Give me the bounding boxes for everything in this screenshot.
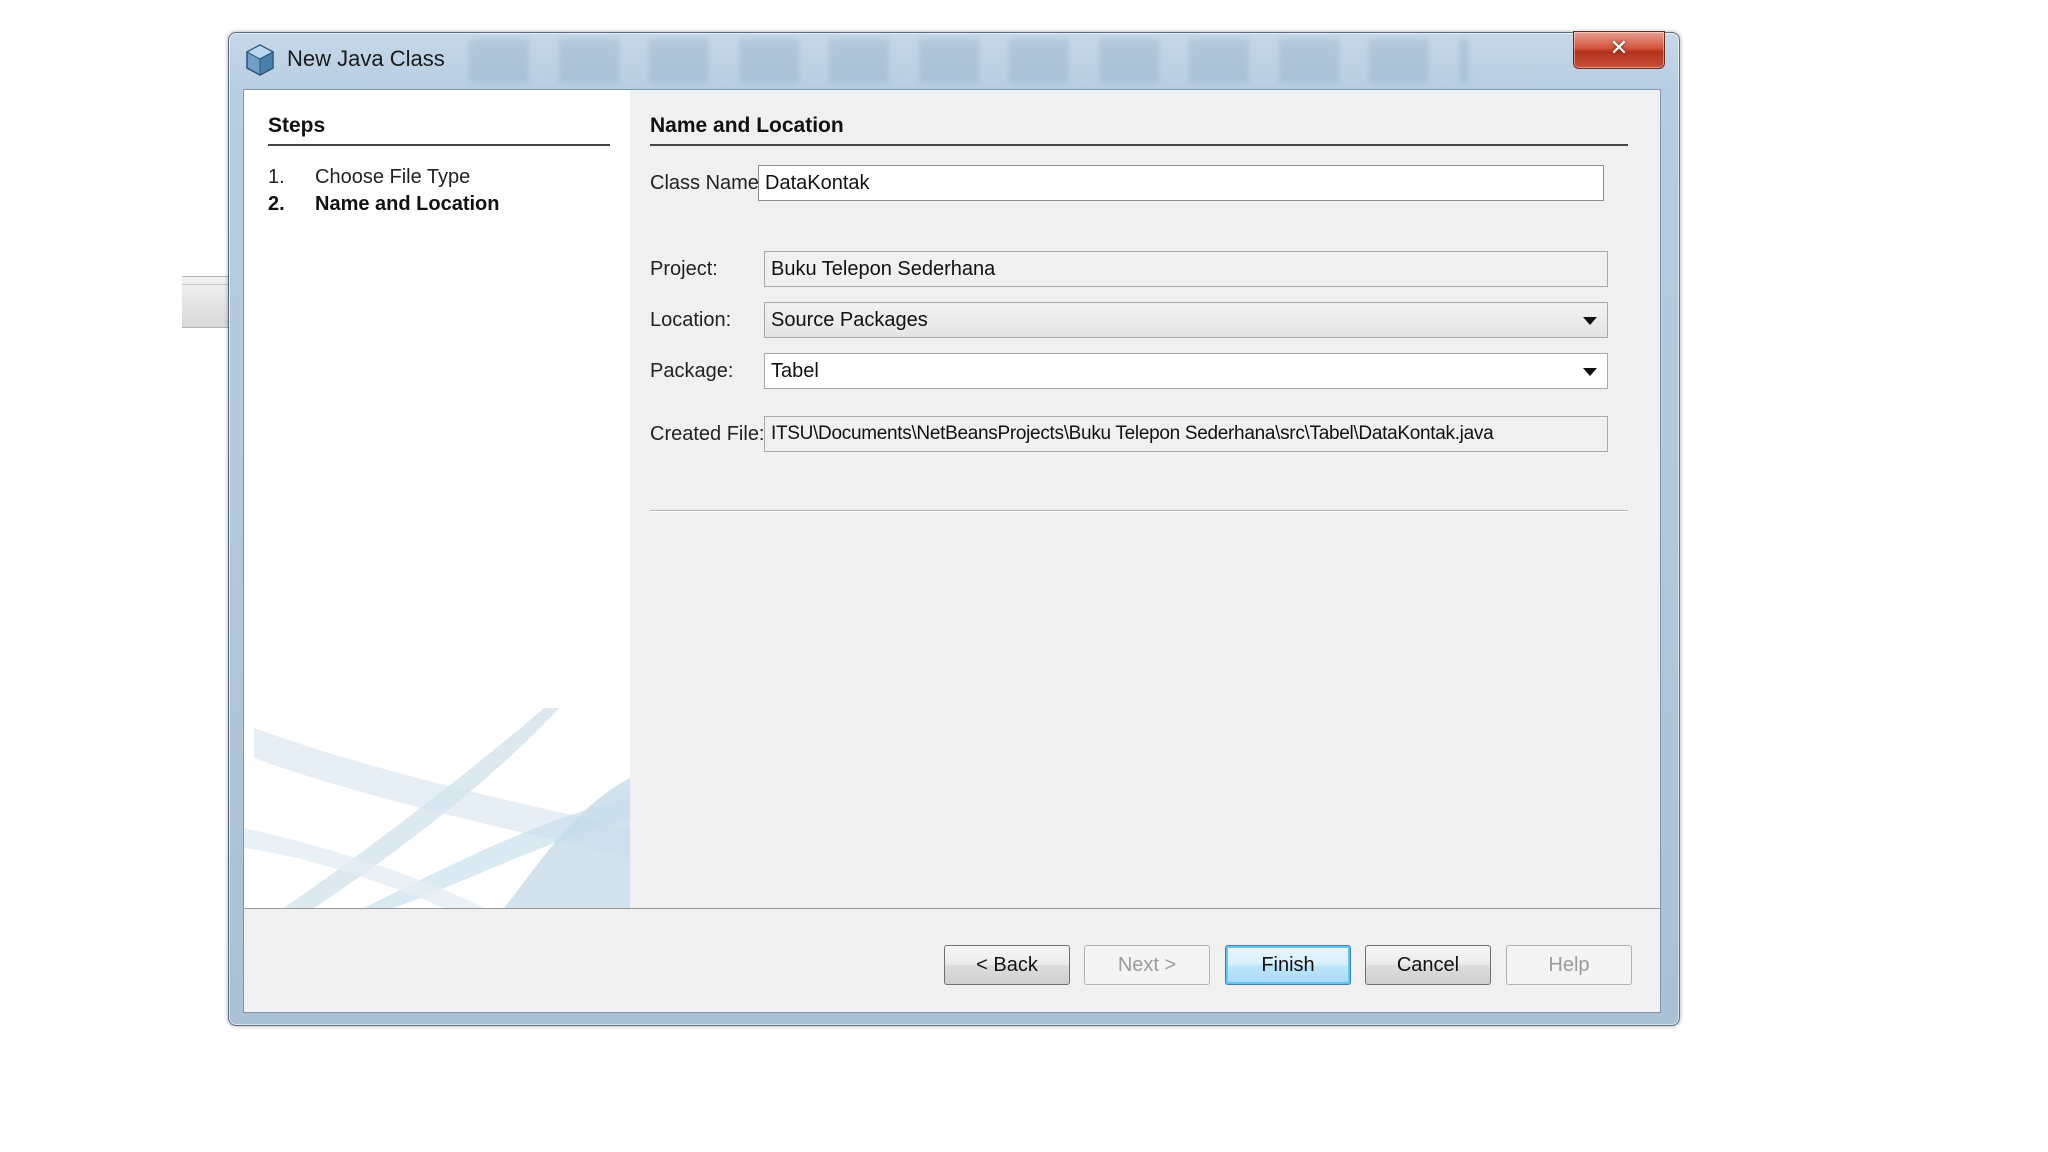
location-selected-value: Source Packages [771,309,928,331]
next-button[interactable]: Next > [1084,945,1210,985]
project-field[interactable]: Buku Telepon Sederhana [764,251,1608,287]
netbeans-watermark-graphic [244,708,630,908]
close-button[interactable]: ✕ [1573,31,1665,69]
section-heading: Name and Location [650,114,1628,146]
step-label: Name and Location [315,193,500,215]
cancel-button[interactable]: Cancel [1365,945,1491,985]
chevron-down-icon[interactable] [1583,368,1597,376]
help-button[interactable]: Help [1506,945,1632,985]
titlebar-glass [469,39,1469,83]
steps-panel: Steps 1. Choose File Type 2. Name and Loca… [244,90,630,908]
chevron-down-icon[interactable] [1583,317,1597,325]
step-label: Choose File Type [315,166,471,188]
netbeans-cube-icon [245,44,275,76]
window-title: New Java Class [287,46,445,71]
location-label: Location: [650,309,732,331]
new-java-class-dialog: New Java Class ✕ Steps 1. Choose File Typ… [228,31,1680,1026]
steps-heading: Steps [268,114,610,146]
close-icon: ✕ [1609,36,1629,61]
name-and-location-panel: Name and Location Class Name: DataKontak… [630,90,1660,908]
class-name-label: Class Name: [650,172,765,194]
created-file-field[interactable]: ITSU\Documents\NetBeansProjects\Buku Tel… [764,416,1608,452]
screen: New Java Class ✕ Steps 1. Choose File Typ… [0,0,2048,1152]
package-combobox[interactable]: Tabel [764,353,1608,389]
background-window-edge [182,276,232,328]
step-name-and-location: 2. Name and Location [268,193,499,216]
package-value: Tabel [771,360,819,382]
package-label: Package: [650,360,734,382]
step-choose-file-type: 1. Choose File Type [268,166,470,189]
step-number: 1. [268,166,285,188]
project-label: Project: [650,258,718,280]
class-name-input[interactable]: DataKontak [758,165,1604,201]
location-select[interactable]: Source Packages [764,302,1608,338]
finish-button[interactable]: Finish [1225,945,1351,985]
separator [650,510,1628,511]
dialog-client-area: Steps 1. Choose File Type 2. Name and Loca… [243,89,1661,1013]
step-number: 2. [268,193,285,215]
created-file-label: Created File: [650,423,765,445]
button-bar: < Back Next > Finish Cancel Help [244,908,1660,1012]
back-button[interactable]: < Back [944,945,1070,985]
